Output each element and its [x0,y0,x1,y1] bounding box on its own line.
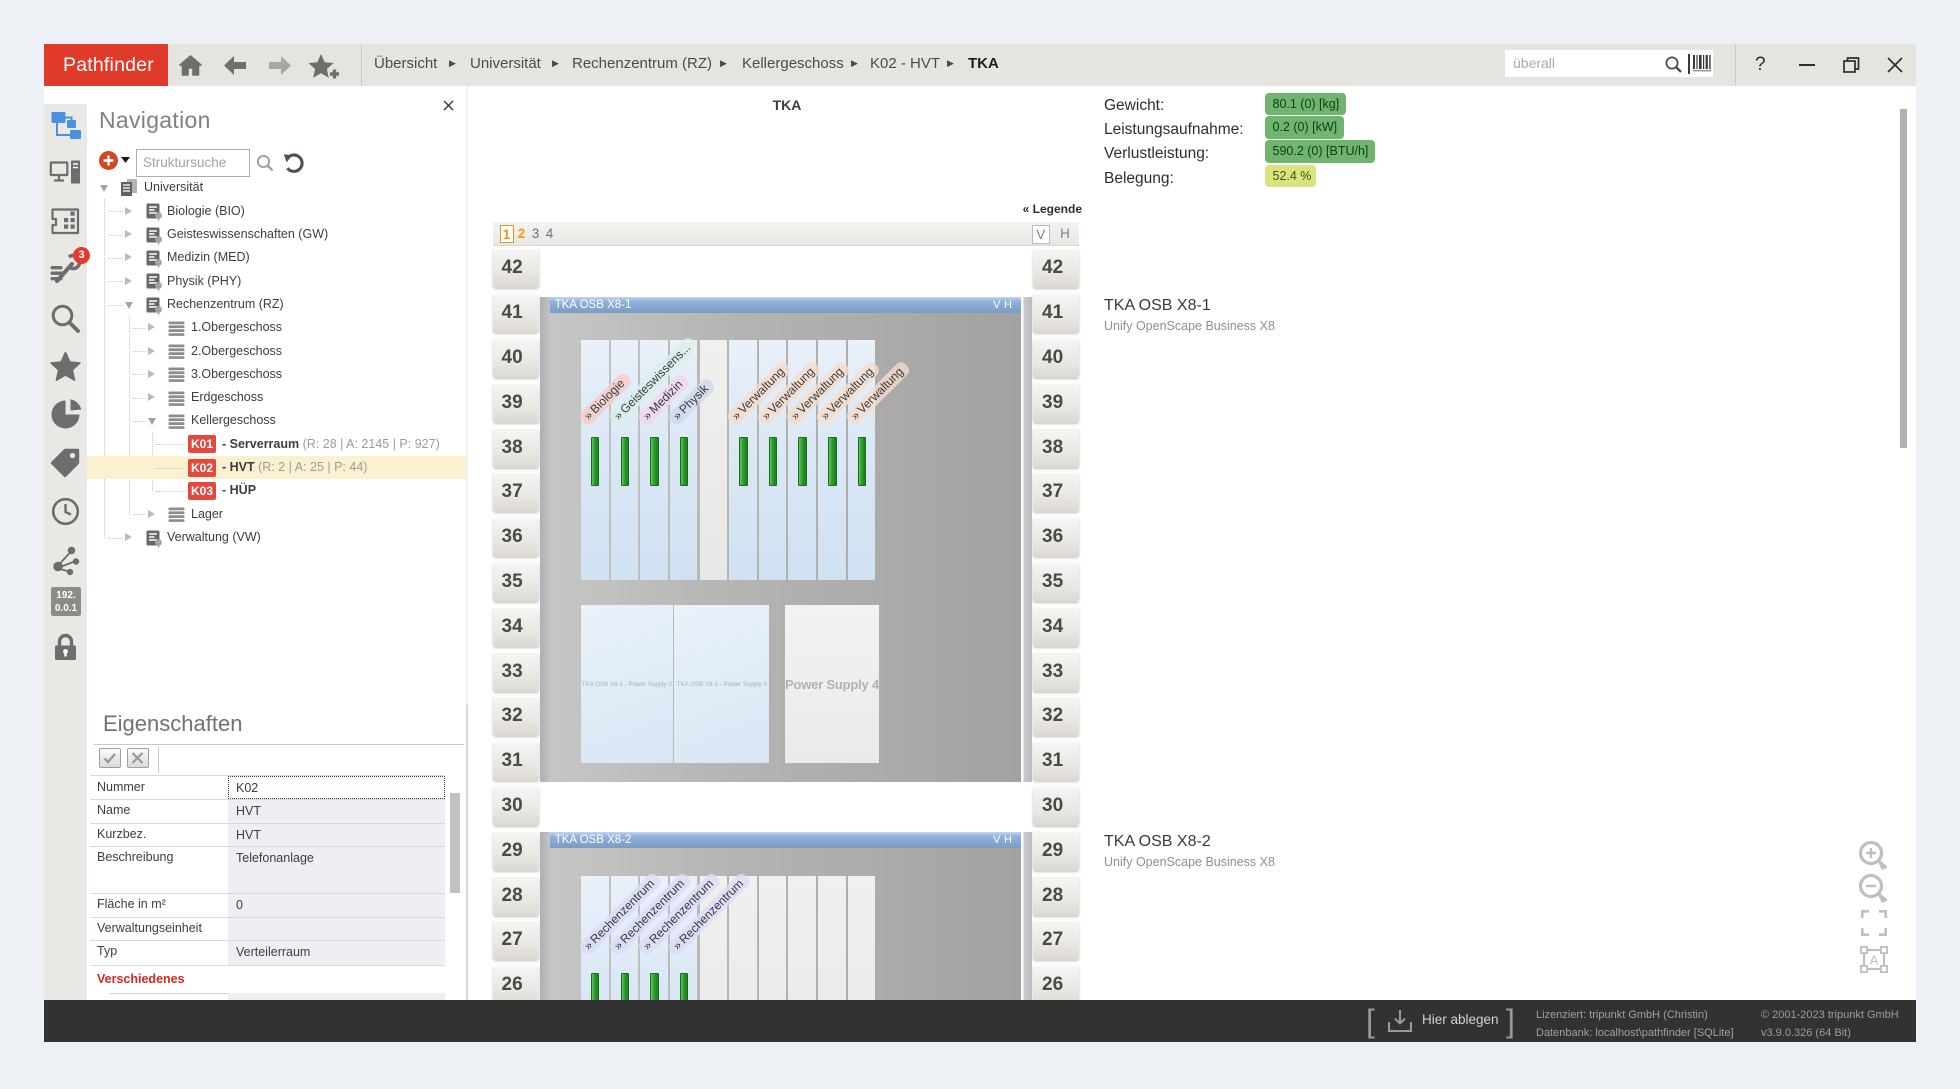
svg-text:A: A [1870,953,1879,968]
